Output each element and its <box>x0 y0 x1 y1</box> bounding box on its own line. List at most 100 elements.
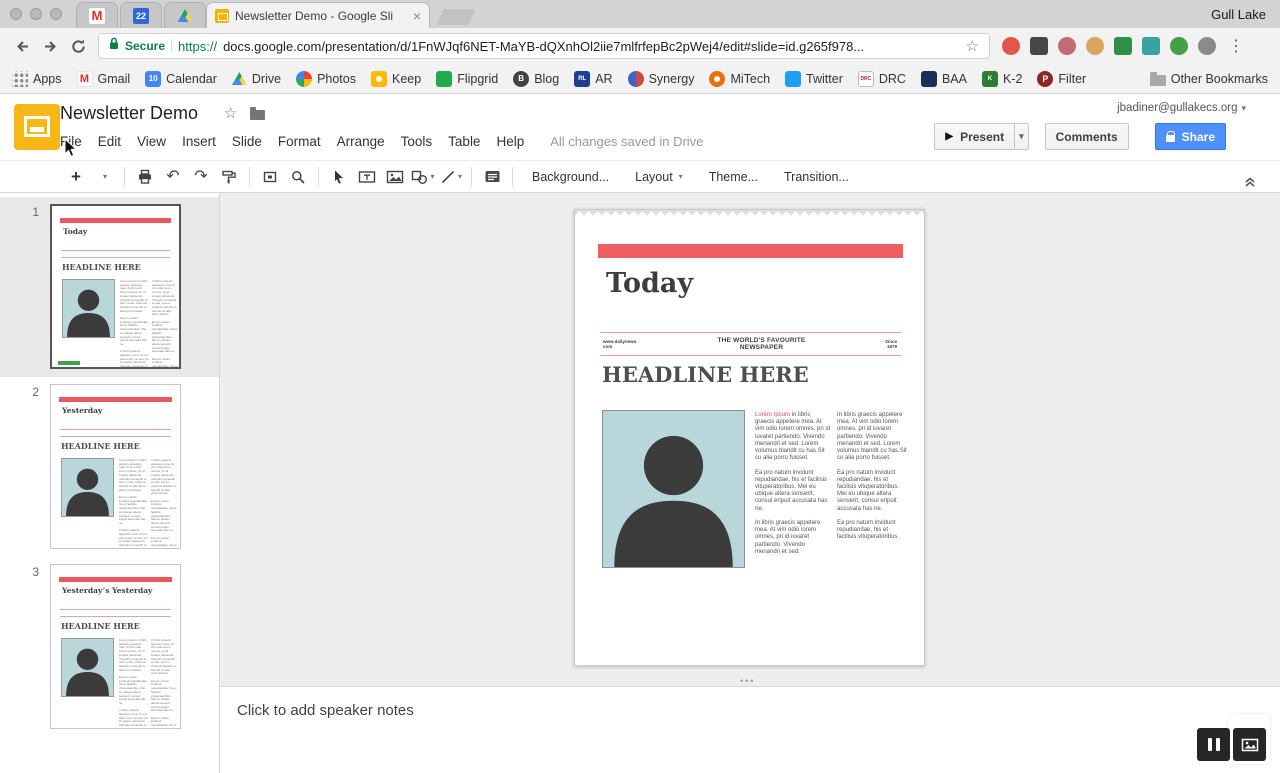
tab-gmail[interactable]: M <box>76 2 118 28</box>
menu-help[interactable]: Help <box>488 131 532 152</box>
extension-icon-2[interactable] <box>1030 37 1048 55</box>
background-button[interactable]: Background... <box>523 165 618 189</box>
star-document-icon[interactable]: ☆ <box>224 104 237 122</box>
new-slide-options-button[interactable]: ▾ <box>92 165 116 189</box>
menu-arrange[interactable]: Arrange <box>329 131 393 152</box>
transition-button[interactable]: Transition... <box>775 165 858 189</box>
window-close-button[interactable] <box>10 8 22 20</box>
bookmark-k2[interactable]: K K-2 <box>981 70 1022 87</box>
body-text-column-2[interactable]: In libris graecis appetere mea. At vim o… <box>837 412 909 542</box>
bookmark-apps[interactable]: Apps <box>12 70 62 87</box>
bookmark-filter[interactable]: P Filter <box>1037 70 1086 87</box>
bookmark-drive[interactable]: Drive <box>231 72 281 86</box>
tab-close-icon[interactable]: × <box>413 9 421 23</box>
bookmark-synergy[interactable]: Synergy <box>627 70 694 87</box>
forward-button[interactable] <box>36 32 64 60</box>
share-button[interactable]: Share <box>1154 123 1226 150</box>
insert-line-button[interactable]: ▾ <box>439 165 463 189</box>
select-tool-button[interactable] <box>327 165 351 189</box>
slide-number: 2 <box>32 385 39 399</box>
mini-headline: HEADLINE HERE <box>62 262 141 272</box>
speaker-notes-placeholder[interactable]: Click to add speaker notes <box>237 702 414 719</box>
profile-name[interactable]: Gull Lake <box>1211 7 1266 22</box>
menu-edit[interactable]: Edit <box>90 131 129 152</box>
extension-icon-8[interactable] <box>1198 37 1216 55</box>
tab-calendar[interactable]: 22 <box>120 2 162 28</box>
menu-table[interactable]: Table <box>440 131 488 152</box>
comments-button[interactable]: Comments <box>1044 123 1129 150</box>
notes-resize-handle[interactable]: ••• <box>740 676 755 686</box>
insert-image-button[interactable] <box>383 165 407 189</box>
undo-button[interactable]: ↶ <box>161 165 185 189</box>
accent-bar[interactable] <box>598 244 903 258</box>
bookmark-gmail[interactable]: M Gmail <box>76 70 130 87</box>
extension-icon-1[interactable] <box>1002 37 1020 55</box>
menu-insert[interactable]: Insert <box>174 131 224 152</box>
play-icon: ▶ <box>945 131 954 142</box>
bookmark-keep[interactable]: Keep <box>370 70 421 87</box>
current-slide[interactable]: Today www.dailynews. com THE WORLD'S FAV… <box>574 209 925 666</box>
slide-thumbnail-row-2: 2 Yesterday HEADLINE HERE Lorem Ipsum in… <box>0 377 219 557</box>
slide-thumbnail-2[interactable]: Yesterday HEADLINE HERE Lorem Ipsum in l… <box>50 384 181 549</box>
hide-menus-button[interactable] <box>1238 169 1262 193</box>
menu-slide[interactable]: Slide <box>224 131 270 152</box>
window-minimize-button[interactable] <box>30 8 42 20</box>
bookmark-star-icon[interactable]: ☆ <box>966 37 979 55</box>
bookmark-twitter[interactable]: Twitter <box>785 70 843 87</box>
bookmark-ar[interactable]: RL AR <box>574 70 613 87</box>
window-zoom-button[interactable] <box>50 8 62 20</box>
menu-view[interactable]: View <box>129 131 174 152</box>
insert-comment-button[interactable] <box>480 165 504 189</box>
pause-icon <box>1207 738 1212 751</box>
extension-icon-5[interactable] <box>1114 37 1132 55</box>
speaker-notes-pane[interactable]: Click to add speaker notes <box>220 687 1280 773</box>
bookmark-blog[interactable]: B Blog <box>513 70 559 87</box>
new-tab-button[interactable] <box>436 9 476 25</box>
zoom-button[interactable] <box>286 165 310 189</box>
recorder-pause-button[interactable] <box>1197 728 1230 761</box>
masthead-center: THE WORLD'S FAVOURITE NEWSPAPER <box>717 337 806 351</box>
photo-placeholder[interactable] <box>602 410 745 568</box>
move-to-folder-icon[interactable] <box>250 107 265 120</box>
bookmark-baa[interactable]: BAA <box>920 70 967 87</box>
recorder-webcam-button[interactable] <box>1233 728 1266 761</box>
redo-button[interactable]: ↷ <box>189 165 213 189</box>
document-title[interactable]: Newsletter Demo <box>60 103 198 124</box>
zoom-fit-button[interactable] <box>258 165 282 189</box>
bookmark-flipgrid[interactable]: Flipgrid <box>436 70 498 87</box>
account-menu[interactable]: jbadiner@gullakecs.org ▾ <box>1117 102 1246 114</box>
new-slide-button[interactable]: + <box>64 165 88 189</box>
extension-icon-6[interactable] <box>1142 37 1160 55</box>
slide-thumbnail-3[interactable]: Yesterday’s Yesterday HEADLINE HERE Lore… <box>50 564 181 729</box>
print-button[interactable] <box>133 165 157 189</box>
bookmark-drc[interactable]: DRC DRC <box>857 70 906 87</box>
extension-icon-7[interactable] <box>1170 37 1188 55</box>
insert-shape-button[interactable]: ▾ <box>411 165 435 189</box>
tab-drive[interactable] <box>164 2 206 28</box>
bookmark-mitech[interactable]: MiTech <box>709 70 770 87</box>
tab-active-slides[interactable]: Newsletter Demo - Google Sli × <box>206 2 430 28</box>
other-bookmarks[interactable]: Other Bookmarks <box>1149 71 1268 86</box>
text-box-button[interactable] <box>355 165 379 189</box>
slide-thumbnail-1[interactable]: Today HEADLINE HERE Lorem Ipsum in libri… <box>50 204 181 369</box>
reload-button[interactable] <box>64 32 92 60</box>
body-text-column-1[interactable]: Lorem Ipsum in libris graecis appetere m… <box>755 412 831 556</box>
slide-title-text[interactable]: Today <box>606 268 693 299</box>
back-button[interactable] <box>8 32 36 60</box>
browser-menu-icon[interactable]: ⋮ <box>1228 36 1244 56</box>
present-options-button[interactable]: ▾ <box>1015 123 1029 150</box>
secure-label: Secure <box>125 39 166 53</box>
masthead-strip[interactable]: www.dailynews. com THE WORLD'S FAVOURITE… <box>600 332 901 356</box>
menu-tools[interactable]: Tools <box>393 131 441 152</box>
menu-format[interactable]: Format <box>270 131 329 152</box>
bookmark-calendar[interactable]: 10 Calendar <box>145 70 217 87</box>
theme-button[interactable]: Theme... <box>700 165 767 189</box>
present-button[interactable]: ▶ Present <box>934 123 1016 150</box>
bookmark-photos[interactable]: Photos <box>296 70 356 87</box>
extension-icon-4[interactable] <box>1086 37 1104 55</box>
address-bar[interactable]: Secure https:// docs.google.com/presenta… <box>98 33 990 59</box>
extension-icon-3[interactable] <box>1058 37 1076 55</box>
layout-button[interactable]: Layout ▾ <box>626 165 692 189</box>
paint-format-button[interactable] <box>217 165 241 189</box>
headline-text[interactable]: HEADLINE HERE <box>602 362 809 387</box>
